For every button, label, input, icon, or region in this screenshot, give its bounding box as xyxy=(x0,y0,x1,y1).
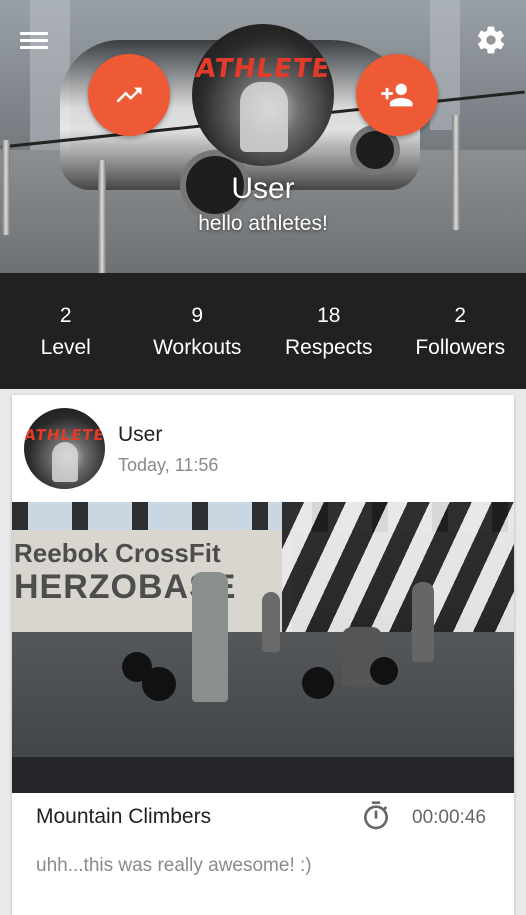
avatar-logo-text: ATHLETE xyxy=(192,54,334,84)
photo-barbell-plate xyxy=(302,667,334,699)
gear-icon xyxy=(475,24,507,56)
person-add-icon xyxy=(380,78,414,112)
exercise-name: Mountain Climbers xyxy=(36,805,211,829)
profile-header: ATHLETE User hello athletes! xyxy=(0,0,526,273)
stat-value: 2 xyxy=(0,305,132,327)
post-author-avatar[interactable]: ATHLETE xyxy=(24,408,105,489)
photo-wall-mural xyxy=(282,502,514,652)
photo-sign-text: Reebok CrossFit xyxy=(14,538,221,569)
photo-athlete xyxy=(192,572,228,702)
stat-value: 2 xyxy=(395,305,526,327)
stat-respects[interactable]: 18 Respects xyxy=(263,273,395,389)
settings-button[interactable] xyxy=(474,24,508,58)
stat-label: Followers xyxy=(395,337,526,359)
post-comment: uhh...this was really awesome! :) xyxy=(36,855,312,877)
profile-user-name: User xyxy=(0,172,526,206)
menu-button[interactable] xyxy=(20,28,50,54)
photo-foreground-bench xyxy=(12,757,514,793)
stat-label: Level xyxy=(0,337,132,359)
exercise-duration: 00:00:46 xyxy=(412,807,486,829)
progress-button[interactable] xyxy=(88,54,170,136)
stat-level[interactable]: 2 Level xyxy=(0,273,132,389)
avatar-athlete-figure xyxy=(240,82,288,152)
stat-value: 9 xyxy=(132,305,264,327)
trending-up-icon xyxy=(114,80,144,110)
stat-workouts[interactable]: 9 Workouts xyxy=(132,273,264,389)
post-author-name[interactable]: User xyxy=(118,423,162,447)
avatar-athlete-figure xyxy=(52,442,78,482)
hamburger-menu-icon-line xyxy=(20,46,48,49)
hamburger-menu-icon xyxy=(20,32,48,35)
photo-barbell-plate xyxy=(142,667,176,701)
photo-barbell-plate xyxy=(370,657,398,685)
post-photo[interactable]: Reebok CrossFit HERZOBASE xyxy=(12,502,514,793)
stat-followers[interactable]: 2 Followers xyxy=(395,273,526,389)
hamburger-menu-icon-line xyxy=(20,39,48,42)
stat-label: Workouts xyxy=(132,337,264,359)
add-friend-button[interactable] xyxy=(356,54,438,136)
profile-avatar[interactable]: ATHLETE xyxy=(192,24,334,166)
stat-value: 18 xyxy=(263,305,395,327)
workout-post-card[interactable]: ATHLETE User Today, 11:56 Reebok CrossFi… xyxy=(12,395,514,915)
photo-athlete xyxy=(412,582,434,662)
profile-status-text: hello athletes! xyxy=(0,212,526,236)
stats-bar: 2 Level 9 Workouts 18 Respects 2 Followe… xyxy=(0,273,526,389)
stopwatch-icon xyxy=(360,800,392,832)
post-timestamp: Today, 11:56 xyxy=(118,455,218,476)
photo-athlete xyxy=(262,592,280,652)
stat-label: Respects xyxy=(263,337,395,359)
